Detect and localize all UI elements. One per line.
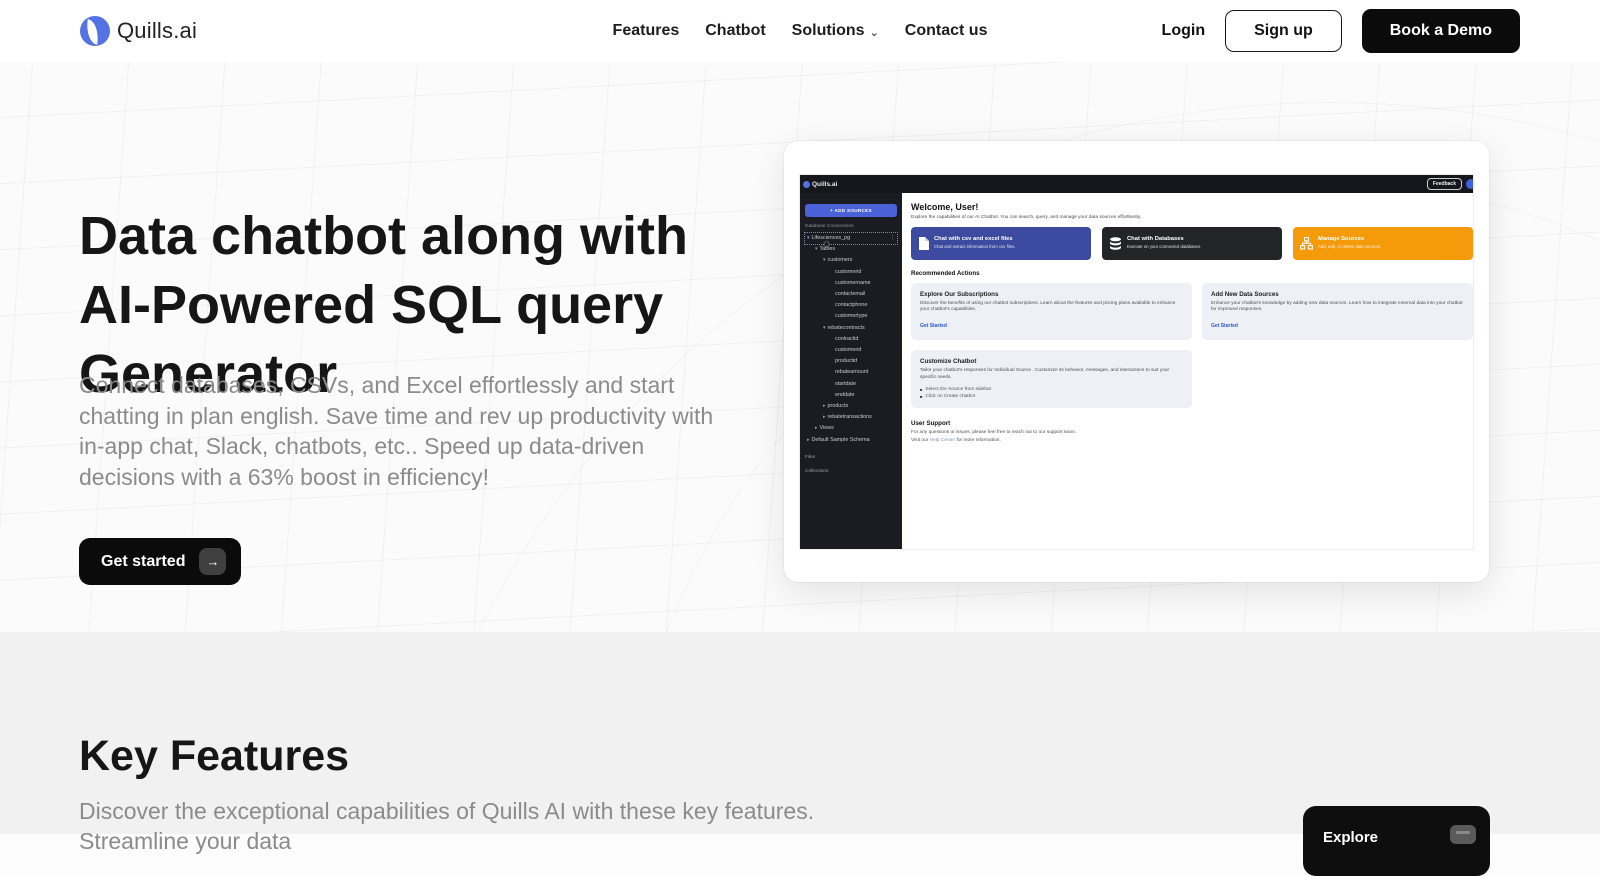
tree-item-connection[interactable]: ▾ Lifesciences_pg ⋮ [805, 233, 897, 244]
recommended-actions-grid: Explore Our Subscriptions Discover the b… [911, 283, 1473, 408]
collections-label: Collections [805, 469, 897, 474]
quick-action-cards: Chat with csv and excel files Chat and e… [911, 227, 1473, 260]
book-demo-button[interactable]: Book a Demo [1362, 9, 1520, 53]
list-item: ■Click on Create chatbot [920, 393, 1183, 400]
tree-item-column[interactable]: contactemail [805, 289, 897, 300]
quills-logo-icon [803, 181, 810, 188]
tree-item-column[interactable]: customername [805, 278, 897, 289]
hero-description: Connect databases, CSVs, and Excel effor… [79, 370, 714, 492]
dashboard-screenshot: Quills.ai Feedback + ADD SOURCES Databas… [800, 175, 1473, 549]
quills-logo-icon [80, 16, 110, 46]
recommended-actions-heading: Recommended Actions [911, 270, 1473, 277]
add-data-sources-card: Add New Data Sources Enhance your chatbo… [1202, 283, 1473, 341]
dashboard-sidebar: + ADD SOURCES Database Connections ▾ Lif… [800, 193, 902, 549]
tree-item-table[interactable]: ▾customers [805, 255, 897, 266]
main-nav: Features Chatbot Solutions ⌄ Contact us [613, 22, 988, 40]
welcome-heading: Welcome, User! [911, 202, 1473, 212]
add-sources-button[interactable]: + ADD SOURCES [805, 204, 897, 217]
get-started-link[interactable]: Get Started [920, 323, 947, 329]
help-center-link[interactable]: Help Center [930, 438, 956, 443]
subscriptions-card: Explore Our Subscriptions Discover the b… [911, 283, 1192, 341]
hero-section: Data chatbot along with AI-Powered SQL q… [0, 62, 1600, 632]
tree-item-column[interactable]: rebateamount [805, 367, 897, 378]
tree-item-table[interactable]: ▾rebatecontracts [805, 323, 897, 334]
dashboard-topbar: Quills.ai Feedback [800, 175, 1473, 193]
dashboard-main: Welcome, User! Explore the capabilities … [902, 193, 1473, 549]
tree-item-column[interactable]: enddate [805, 390, 897, 401]
manage-sources-card[interactable]: Manage Sources Add, edit, or delete data… [1293, 227, 1473, 260]
help-center-line: Visit our Help Center for more informati… [911, 438, 1473, 443]
database-icon [1109, 237, 1122, 250]
chevron-down-icon: ▾ [823, 323, 826, 334]
dashboard-body: + ADD SOURCES Database Connections ▾ Lif… [800, 193, 1473, 549]
nav-auth-area: Login Sign up Book a Demo [1162, 9, 1520, 53]
nav-link-solutions[interactable]: Solutions ⌄ [792, 22, 879, 40]
tree-item-column[interactable]: productid [805, 356, 897, 367]
chevron-down-icon: ▾ [807, 233, 810, 244]
feedback-button[interactable]: Feedback [1427, 178, 1462, 190]
list-item: ■Select the Source from sidebar [920, 386, 1183, 393]
db-connections-label: Database Connections [805, 224, 897, 229]
nav-link-contact[interactable]: Contact us [905, 22, 988, 40]
kebab-menu-icon[interactable]: ⋮ [890, 233, 896, 244]
tree-item-table[interactable]: ▸products [805, 401, 897, 412]
tree-item-default-schema[interactable]: ▸Default Sample Schema [805, 435, 897, 446]
chevron-down-icon: ▾ [823, 255, 826, 266]
customize-chatbot-card: Customize Chatbot Tailor your chatbot's … [911, 350, 1192, 408]
dashboard-brand: Quills.ai [806, 181, 837, 188]
arrow-right-icon: → [199, 548, 226, 575]
bullet-icon: ■ [920, 393, 922, 400]
user-avatar[interactable] [1466, 179, 1473, 189]
chevron-down-icon: ▾ [815, 244, 818, 255]
login-link[interactable]: Login [1162, 22, 1206, 40]
sitemap-icon [1300, 237, 1313, 250]
product-screenshot-card: Quills.ai Feedback + ADD SOURCES Databas… [784, 141, 1489, 582]
tree-item-tables[interactable]: ▾Tables [805, 244, 897, 255]
chevron-down-icon: ⌄ [870, 26, 879, 39]
key-features-description: Discover the exceptional capabilities of… [79, 796, 919, 856]
signup-button[interactable]: Sign up [1225, 10, 1342, 52]
customize-steps: ■Select the Source from sidebar ■Click o… [920, 386, 1183, 400]
tree-item-table[interactable]: ▸rebatetransactions [805, 412, 897, 423]
brand-logo[interactable]: Quills.ai [80, 16, 197, 46]
get-started-button[interactable]: Get started → [79, 538, 241, 585]
tree-item-column[interactable]: startdate [805, 379, 897, 390]
chevron-right-icon: ▸ [823, 412, 826, 423]
chat-databases-card[interactable]: Chat with Databases Execute on your conn… [1102, 227, 1282, 260]
welcome-subtitle: Explore the capabilities of our AI Chatb… [911, 215, 1473, 220]
bullet-icon: ■ [920, 386, 922, 393]
schema-tree: ▾ Lifesciences_pg ⋮ ▾Tables ▾customers c… [805, 233, 897, 446]
nav-link-features[interactable]: Features [613, 22, 680, 40]
nav-link-chatbot[interactable]: Chatbot [705, 22, 765, 40]
files-label: Files [805, 455, 897, 460]
file-icon [918, 237, 929, 250]
tree-item-column[interactable]: contactphone [805, 300, 897, 311]
tree-item-column[interactable]: customerid [805, 345, 897, 356]
brand-name: Quills.ai [117, 18, 197, 44]
tree-item-column[interactable]: contractid [805, 334, 897, 345]
chevron-right-icon: ▸ [815, 423, 818, 434]
chevron-right-icon: ▸ [807, 435, 810, 446]
chat-csv-card[interactable]: Chat with csv and excel files Chat and e… [911, 227, 1091, 260]
chevron-right-icon: ▸ [823, 401, 826, 412]
top-navbar: Quills.ai Features Chatbot Solutions ⌄ C… [0, 0, 1600, 62]
chat-icon [1450, 825, 1476, 844]
user-support-section: User Support For any questions or issues… [911, 420, 1473, 443]
key-features-title: Key Features [79, 732, 349, 781]
chat-widget-button[interactable]: Explore [1303, 806, 1490, 876]
tree-item-column[interactable]: customertype [805, 311, 897, 322]
tree-item-column[interactable]: customerid [805, 267, 897, 278]
tree-item-views[interactable]: ▸Views [805, 423, 897, 434]
get-started-link[interactable]: Get Started [1211, 323, 1238, 329]
key-features-section: Key Features Discover the exceptional ca… [0, 632, 1600, 834]
